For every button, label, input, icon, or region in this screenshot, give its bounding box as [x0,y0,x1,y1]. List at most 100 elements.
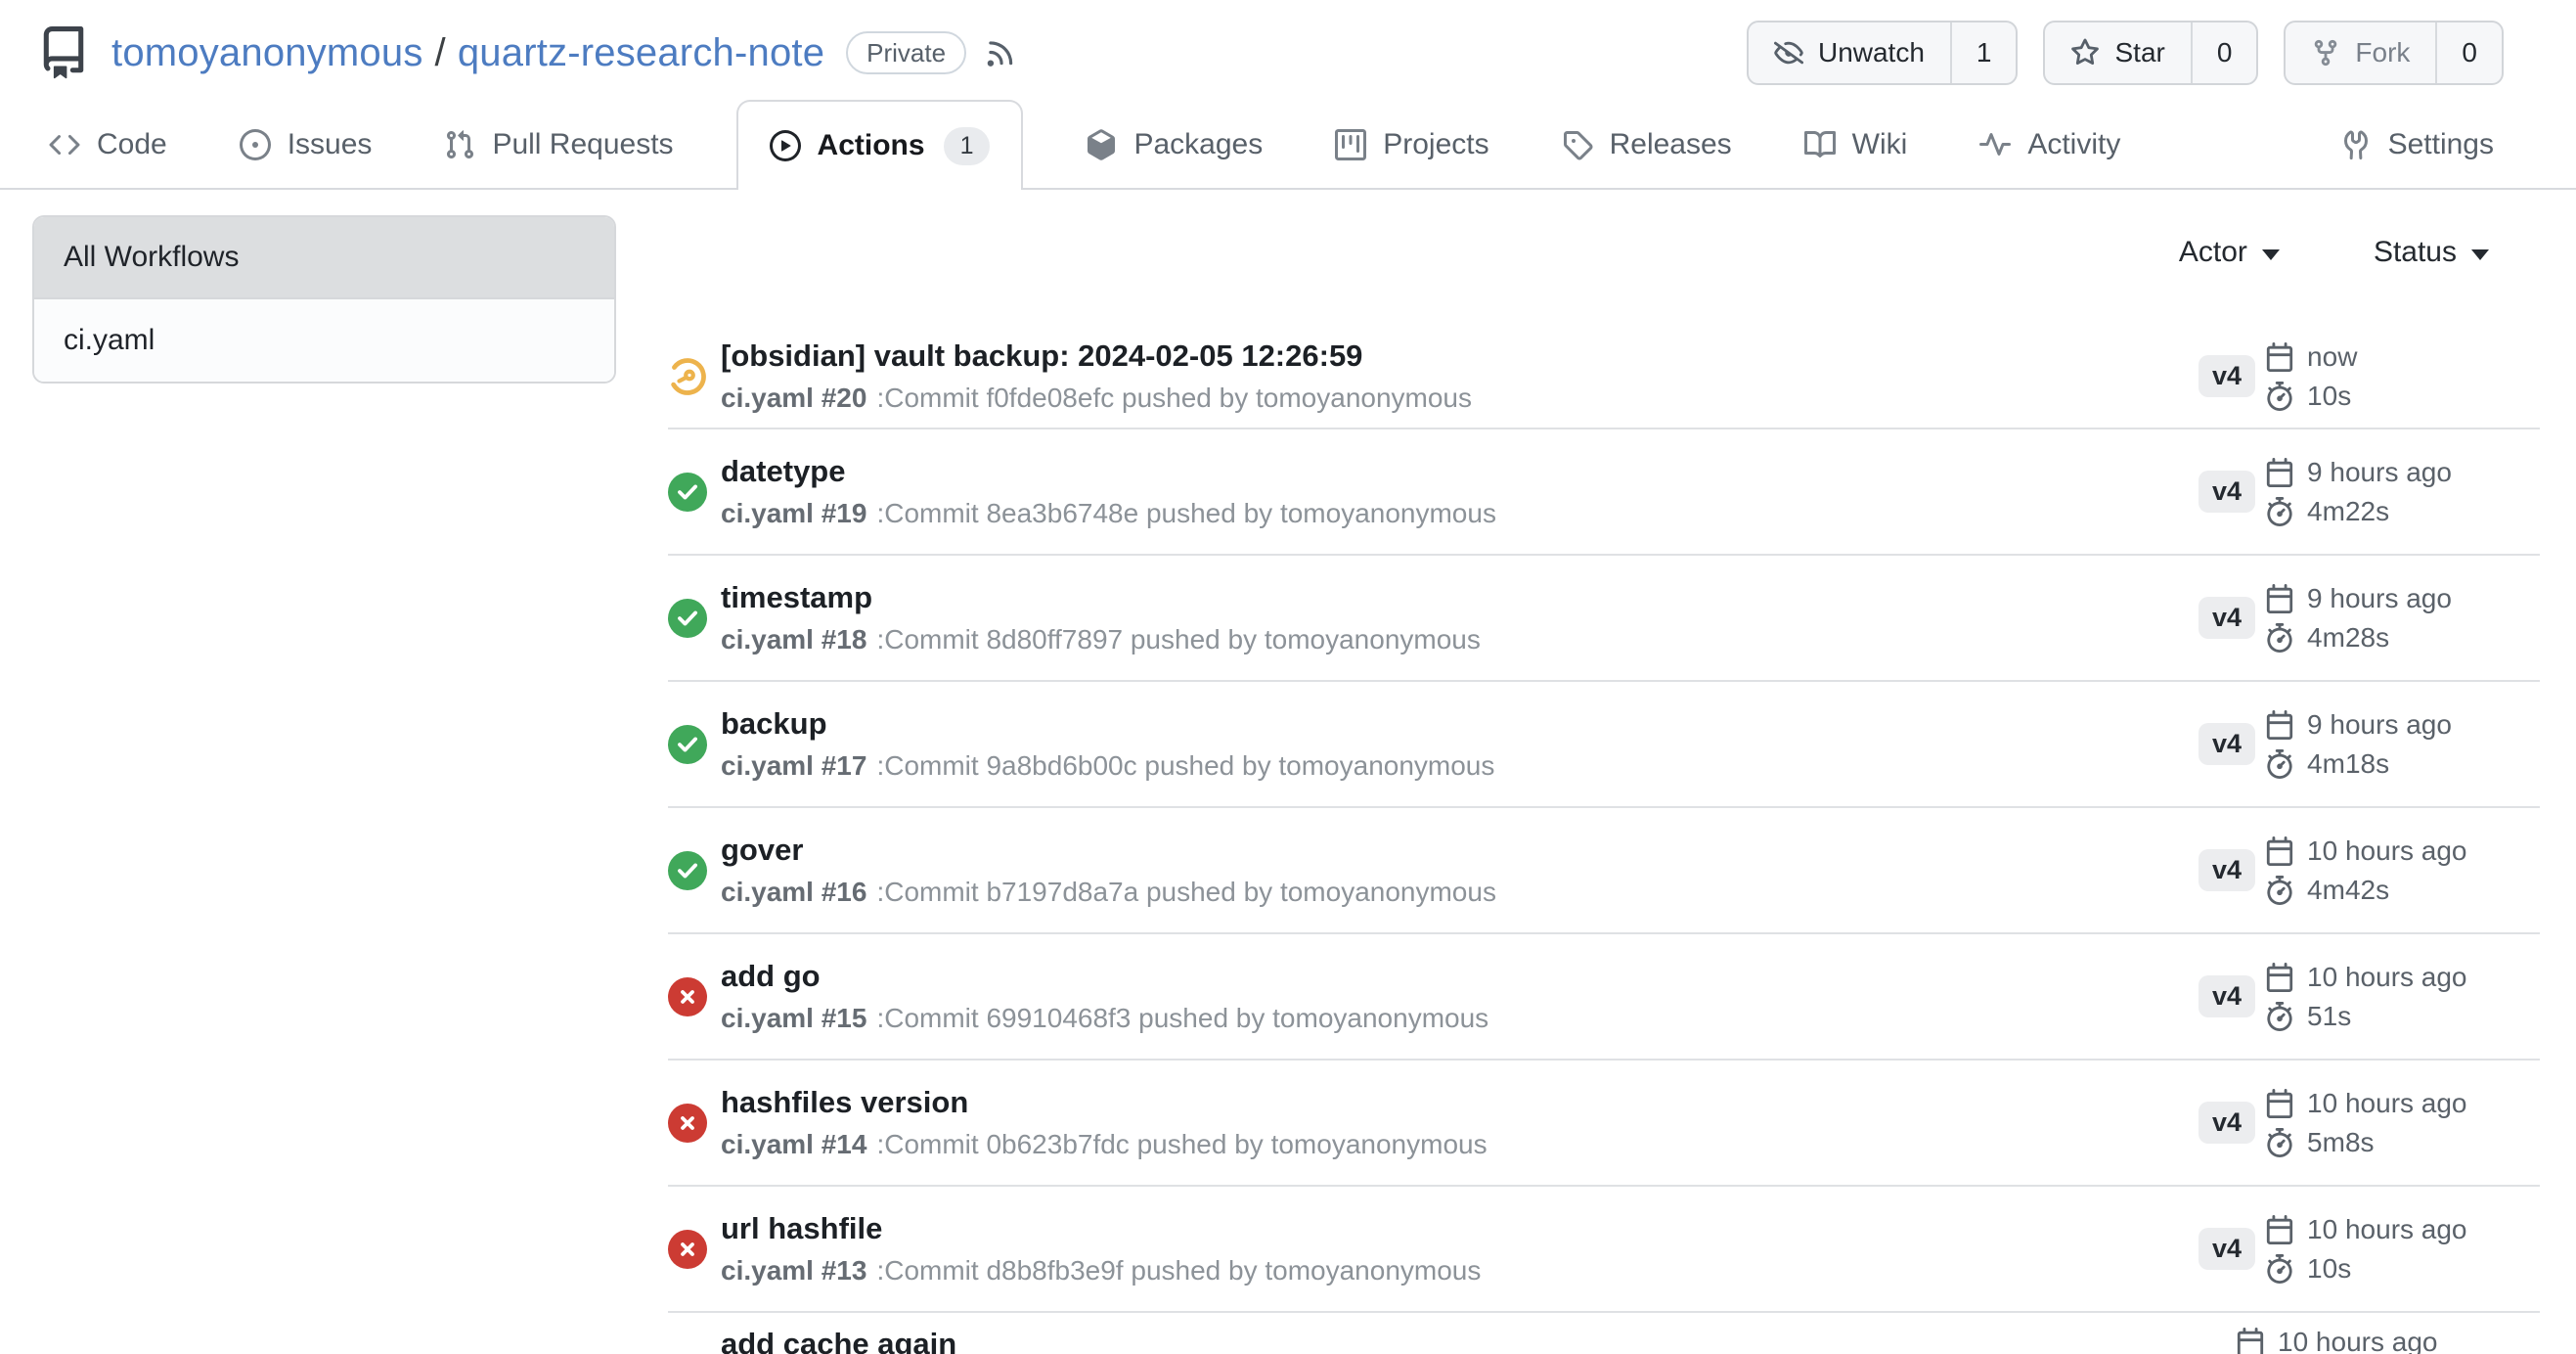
actor-filter-label: Actor [2179,236,2247,269]
tab-code[interactable]: Code [39,102,177,188]
workflow-run-row[interactable]: add cache again 10 hours ago [668,1313,2540,1354]
project-icon [1335,129,1366,160]
version-badge: v4 [2198,471,2255,513]
star-count[interactable]: 0 [2191,23,2257,83]
rss-feed-icon[interactable] [984,36,1017,69]
repo-tab-nav: Code Issues Pull Requests Actions1 Packa… [0,102,2576,190]
run-title-link[interactable]: add go [721,959,1488,994]
unwatch-button[interactable]: Unwatch 1 [1747,21,2019,85]
sidebar-item-ci-yaml[interactable]: ci.yaml [34,299,614,382]
run-workflow-ref[interactable]: ci.yaml #14 [721,1129,866,1159]
workflow-name-label: ci.yaml [64,324,155,357]
run-commit-desc: :Commit 69910468f3 pushed by tomoyanonym… [876,1003,1488,1033]
version-badge: v4 [2198,849,2255,891]
calendar-icon [2265,836,2294,866]
tab-projects[interactable]: Projects [1325,102,1498,188]
calendar-icon [2265,458,2294,487]
tab-releases[interactable]: Releases [1552,102,1742,188]
wrench-icon [2340,129,2372,160]
run-commit-desc: :Commit d8b8fb3e9f pushed by tomoyanonym… [876,1255,1481,1286]
run-time: now [2307,341,2357,373]
tab-pull-requests[interactable]: Pull Requests [434,102,683,188]
status-filter-label: Status [2374,236,2457,269]
failure-status-icon [668,977,707,1016]
run-commit-desc: :Commit b7197d8a7a pushed by tomoyanonym… [876,877,1496,907]
run-subtitle: ci.yaml #16 :Commit b7197d8a7a pushed by … [721,877,1496,908]
run-time: 9 hours ago [2307,709,2452,741]
tab-pull-requests-label: Pull Requests [492,128,673,161]
run-workflow-ref[interactable]: ci.yaml #20 [721,383,866,413]
actor-filter-dropdown[interactable]: Actor [2179,236,2280,269]
calendar-icon [2265,584,2294,613]
run-duration: 4m18s [2307,748,2389,780]
fork-icon [2311,38,2340,68]
calendar-icon [2236,1328,2265,1354]
fork-button[interactable]: Fork 0 [2284,21,2504,85]
run-duration: 10s [2307,381,2351,412]
run-commit-desc: :Commit 8ea3b6748e pushed by tomoyanonym… [876,498,1496,528]
status-filter-dropdown[interactable]: Status [2374,236,2489,269]
tab-wiki-label: Wiki [1852,128,1908,161]
tab-actions[interactable]: Actions1 [736,100,1024,190]
run-workflow-ref[interactable]: ci.yaml #19 [721,498,866,528]
tab-settings[interactable]: Settings [2331,102,2504,188]
tab-packages[interactable]: Packages [1076,102,1272,188]
unwatch-label: Unwatch [1818,37,1925,68]
run-time: 10 hours ago [2307,1088,2466,1119]
run-workflow-ref[interactable]: ci.yaml #16 [721,877,866,907]
run-subtitle: ci.yaml #14:Commit 0b623b7fdc pushed by … [721,1129,1488,1160]
tab-issues[interactable]: Issues [230,102,382,188]
star-button[interactable]: Star 0 [2043,21,2258,85]
run-duration: 10s [2307,1253,2351,1285]
fork-count[interactable]: 0 [2435,23,2502,83]
run-title-link[interactable]: [obsidian] vault backup: 2024-02-05 12:2… [721,338,1472,374]
book-icon [1804,129,1836,160]
run-workflow-ref[interactable]: ci.yaml #15 [721,1003,866,1033]
run-subtitle: ci.yaml #17:Commit 9a8bd6b00c pushed by … [721,750,1494,782]
calendar-icon [2265,963,2294,992]
run-subtitle: ci.yaml #15 :Commit 69910468f3 pushed by … [721,1003,1488,1034]
repo-icon [37,26,90,79]
workflow-run-row[interactable]: datetype ci.yaml #19 :Commit 8ea3b6748e p… [668,429,2540,556]
workflow-run-row[interactable]: add go ci.yaml #15 :Commit 69910468f3 pus… [668,934,2540,1061]
watch-count[interactable]: 1 [1950,23,2017,83]
run-time: 10 hours ago [2307,1214,2466,1245]
stopwatch-icon [2265,497,2294,526]
run-title-link[interactable]: backup [721,706,1494,742]
run-title-link[interactable]: datetype [721,454,1496,489]
run-title-link[interactable]: gover [721,833,1496,868]
tab-activity-label: Activity [2027,128,2120,161]
workflow-run-row[interactable]: timestamp ci.yaml #18:Commit 8d80ff7897 … [668,556,2540,682]
calendar-icon [2265,342,2294,372]
run-title-link[interactable]: add cache again [721,1327,956,1354]
stopwatch-icon [2265,876,2294,905]
repo-title: tomoyanonymous/quartz-research-note [111,31,824,75]
run-workflow-ref[interactable]: ci.yaml #13 [721,1255,866,1286]
in-progress-status-icon [668,357,707,396]
run-workflow-ref[interactable]: ci.yaml #18 [721,624,866,654]
workflow-run-row[interactable]: backup ci.yaml #17:Commit 9a8bd6b00c pus… [668,682,2540,808]
run-time: 10 hours ago [2307,835,2466,867]
run-time: 9 hours ago [2307,457,2452,488]
star-icon [2070,38,2100,68]
workflow-run-row[interactable]: url hashfile ci.yaml #13 :Commit d8b8fb3e… [668,1187,2540,1313]
visibility-badge: Private [846,31,966,74]
git-pull-request-icon [444,129,475,160]
chevron-down-icon [2262,249,2280,260]
workflow-run-row[interactable]: gover ci.yaml #16 :Commit b7197d8a7a push… [668,808,2540,934]
run-workflow-ref[interactable]: ci.yaml #17 [721,750,866,781]
sidebar-item-all-workflows[interactable]: All Workflows [34,217,614,299]
run-title-link[interactable]: timestamp [721,580,1481,615]
run-title-link[interactable]: url hashfile [721,1211,1481,1246]
version-badge: v4 [2198,1228,2255,1270]
repo-owner-link[interactable]: tomoyanonymous [111,31,423,74]
repo-name-link[interactable]: quartz-research-note [458,31,824,74]
run-title-link[interactable]: hashfiles version [721,1085,1488,1120]
fork-label: Fork [2355,37,2410,68]
tab-activity[interactable]: Activity [1970,102,2130,188]
stopwatch-icon [2265,382,2294,411]
tab-wiki[interactable]: Wiki [1795,102,1918,188]
calendar-icon [2265,710,2294,740]
workflow-run-row[interactable]: hashfiles version ci.yaml #14:Commit 0b6… [668,1061,2540,1187]
workflow-run-row[interactable]: [obsidian] vault backup: 2024-02-05 12:2… [668,325,2540,429]
